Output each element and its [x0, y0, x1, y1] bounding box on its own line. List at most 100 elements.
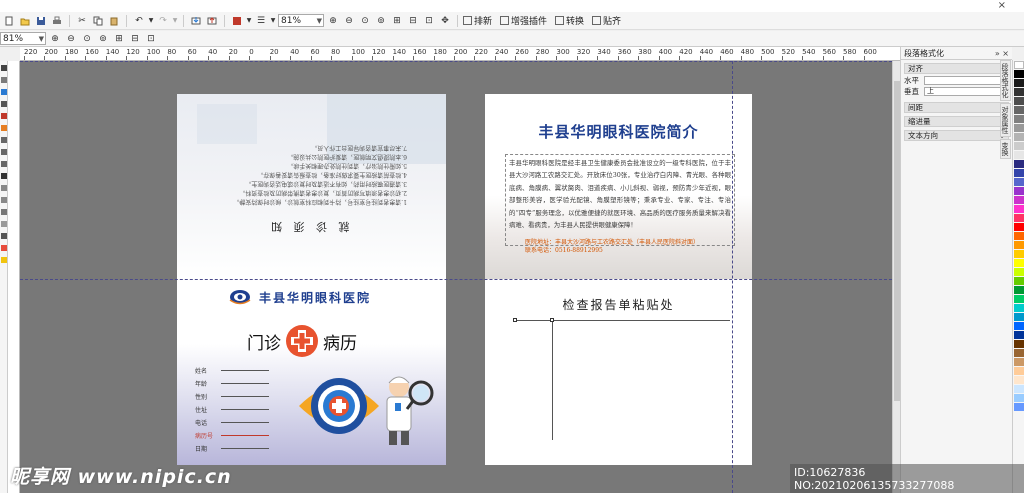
redo-dropdown-icon[interactable]: ▼	[172, 14, 178, 28]
snap-button[interactable]: 贴齐	[592, 14, 621, 27]
save-icon[interactable]	[34, 14, 48, 28]
color-swatch[interactable]	[1014, 259, 1024, 267]
align-horizontal-field[interactable]: 水平▾	[904, 75, 1009, 85]
section-text-direction[interactable]: 文本方向⌄	[904, 130, 1009, 141]
undo-icon[interactable]: ↶	[132, 14, 146, 28]
smart-fill-tool-icon[interactable]	[1, 257, 7, 263]
align-vertical-select[interactable]: 上▾	[924, 86, 1009, 96]
transparency-tool-icon[interactable]	[1, 221, 7, 227]
color-swatch[interactable]	[1014, 214, 1024, 222]
color-swatch[interactable]	[1014, 178, 1024, 186]
color-swatch[interactable]	[1014, 115, 1024, 123]
color-swatch[interactable]	[1014, 358, 1024, 366]
color-swatch[interactable]	[1014, 286, 1024, 294]
color-swatch[interactable]	[1014, 160, 1024, 168]
crop-tool-icon[interactable]	[1, 89, 7, 95]
tab-transform[interactable]: 变换	[1000, 139, 1011, 159]
color-swatch[interactable]	[1014, 277, 1024, 285]
vertical-guideline[interactable]	[732, 61, 733, 493]
field-row[interactable]: 日期	[195, 442, 275, 455]
tab-paragraph-format[interactable]: 段落格式化	[1000, 60, 1011, 101]
color-swatch[interactable]	[1014, 223, 1024, 231]
align-horizontal-select[interactable]: ▾	[924, 75, 1009, 85]
redo-icon[interactable]: ↷	[156, 14, 170, 28]
text-tool-icon[interactable]	[1, 173, 7, 179]
open-icon[interactable]	[18, 14, 32, 28]
interactive-fill-icon[interactable]	[1, 245, 7, 251]
zoom-page-icon[interactable]: ⊞	[112, 32, 126, 46]
zoom-selected-icon[interactable]: ⊙	[80, 32, 94, 46]
zoom-all-icon[interactable]: ⊚	[374, 14, 388, 28]
zoom-height-icon[interactable]: ⊡	[422, 14, 436, 28]
horizontal-ruler[interactable]: 220 200 180 160 140 120 100 80 60 40 20 0 20 40 60 80 10…	[20, 47, 900, 61]
intro-text-frame[interactable]: 丰县华明眼科医院是经丰县卫生健康委员会批准设立的一级专科医院，位于丰县大沙河路工…	[505, 154, 735, 246]
rectangle-tool-icon[interactable]	[1, 137, 7, 143]
publish-dropdown-icon[interactable]: ▼	[246, 14, 252, 28]
new-icon[interactable]	[2, 14, 16, 28]
color-swatch[interactable]	[1014, 196, 1024, 204]
color-swatch[interactable]	[1014, 187, 1024, 195]
color-swatch[interactable]	[1014, 250, 1024, 258]
app-launcher-dropdown-icon[interactable]: ▼	[270, 14, 276, 28]
color-swatch[interactable]	[1014, 403, 1024, 411]
zoom-all-icon[interactable]: ⊚	[96, 32, 110, 46]
zoom-out-icon[interactable]: ⊖	[342, 14, 356, 28]
color-swatch[interactable]	[1014, 304, 1024, 312]
freehand-tool-icon[interactable]	[1, 113, 7, 119]
vertical-scrollbar[interactable]	[892, 61, 900, 493]
selection-handle[interactable]	[513, 318, 517, 322]
horizontal-guideline[interactable]	[20, 279, 892, 280]
polygon-tool-icon[interactable]	[1, 161, 7, 167]
color-swatch[interactable]	[1014, 295, 1024, 303]
zoom-selected-icon[interactable]: ⊙	[358, 14, 372, 28]
paste-area-left-line[interactable]	[552, 320, 553, 440]
publish-pdf-icon[interactable]	[230, 14, 244, 28]
horizontal-guideline[interactable]	[20, 61, 892, 62]
color-swatch[interactable]	[1014, 61, 1024, 69]
docker-header-buttons[interactable]: » ×	[995, 49, 1009, 58]
color-swatch[interactable]	[1014, 106, 1024, 114]
color-swatch[interactable]	[1014, 70, 1024, 78]
convert-button[interactable]: 转换	[555, 14, 584, 27]
plugin-button[interactable]: 增强插件	[500, 14, 547, 27]
field-row[interactable]: 年龄	[195, 377, 275, 390]
close-icon[interactable]: ×	[998, 0, 1006, 11]
zoom-width-icon[interactable]: ⊟	[406, 14, 420, 28]
parallel-dimension-icon[interactable]	[1, 185, 7, 191]
zoom-in-icon[interactable]: ⊕	[48, 32, 62, 46]
field-row[interactable]: 性别	[195, 390, 275, 403]
align-vertical-field[interactable]: 垂直上▾	[904, 86, 1009, 96]
color-swatch[interactable]	[1014, 205, 1024, 213]
color-swatch[interactable]	[1014, 151, 1024, 159]
print-icon[interactable]	[50, 14, 64, 28]
shape-tool-icon[interactable]	[1, 77, 7, 83]
color-swatch[interactable]	[1014, 376, 1024, 384]
drawing-canvas[interactable]: 1.请患者到挂号室挂号，持卡到相应科室就诊，候诊时保持安静。 2.初诊患者须填写…	[20, 61, 892, 493]
color-swatch[interactable]	[1014, 232, 1024, 240]
paste-icon[interactable]	[107, 14, 121, 28]
section-indent[interactable]: 缩进量⌄	[904, 116, 1009, 127]
color-swatch[interactable]	[1014, 241, 1024, 249]
zoom-width-icon[interactable]: ⊟	[128, 32, 142, 46]
zoom-level-select-secondary[interactable]: 81% ▼	[0, 32, 46, 45]
color-swatch[interactable]	[1014, 124, 1024, 132]
connector-tool-icon[interactable]	[1, 197, 7, 203]
color-swatch[interactable]	[1014, 322, 1024, 330]
zoom-height-icon[interactable]: ⊡	[144, 32, 158, 46]
export-icon[interactable]	[205, 14, 219, 28]
color-swatch[interactable]	[1014, 133, 1024, 141]
color-swatch[interactable]	[1014, 313, 1024, 321]
copy-icon[interactable]	[91, 14, 105, 28]
smart-fill-icon[interactable]	[1, 125, 7, 131]
zoom-out-icon[interactable]: ⊖	[64, 32, 78, 46]
zoom-page-icon[interactable]: ⊞	[390, 14, 404, 28]
zoom-level-select[interactable]: 81% ▼	[278, 14, 324, 27]
app-launcher-icon[interactable]: ☰	[254, 14, 268, 28]
field-row[interactable]: 电话	[195, 416, 275, 429]
paste-area-top-line[interactable]	[515, 320, 730, 321]
tab-object-properties[interactable]: 对象属性	[1000, 103, 1011, 137]
arrange-button[interactable]: 排新	[463, 14, 492, 27]
import-icon[interactable]	[189, 14, 203, 28]
color-swatch[interactable]	[1014, 394, 1024, 402]
color-swatch[interactable]	[1014, 349, 1024, 357]
